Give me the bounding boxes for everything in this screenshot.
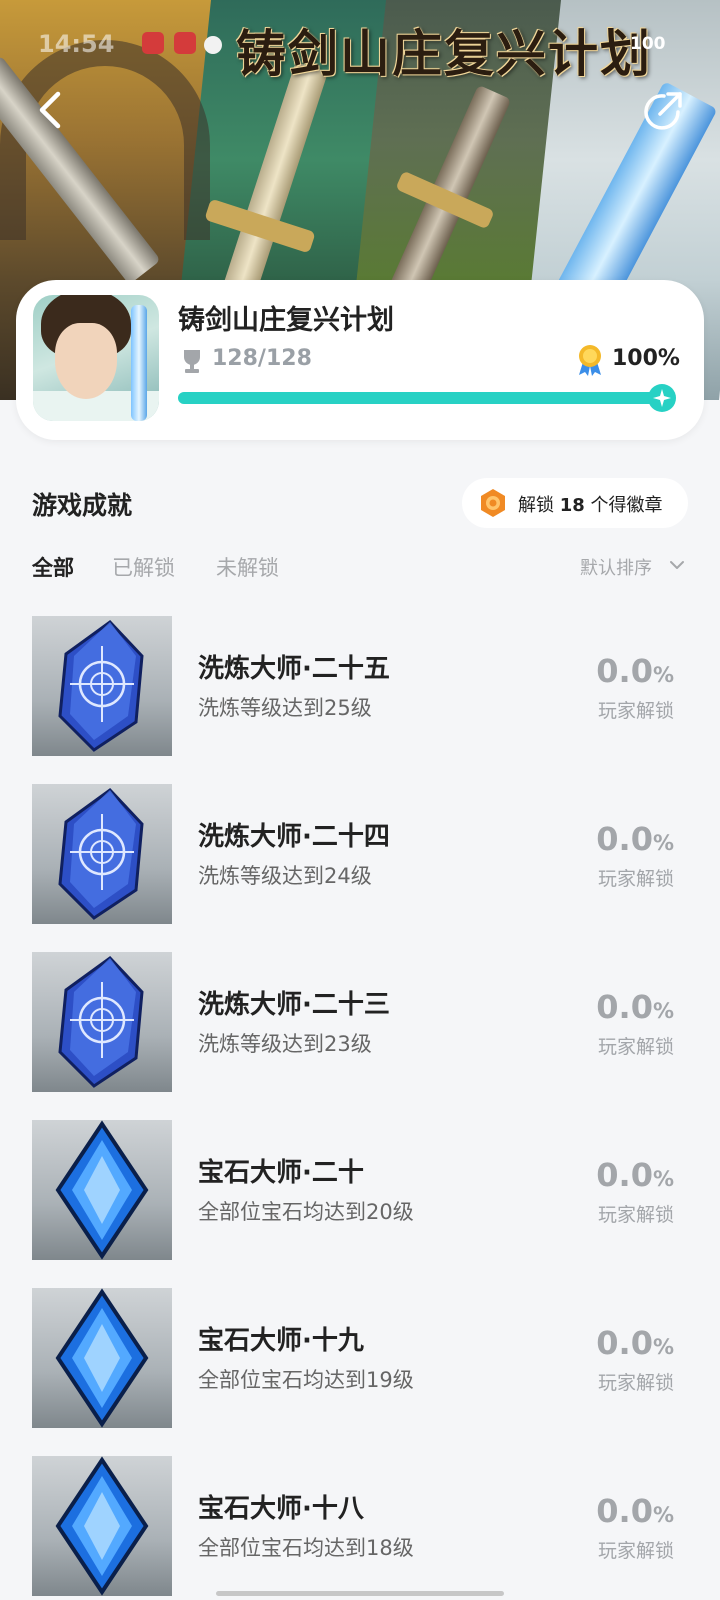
unlock-rate-label: 玩家解锁 [597,1204,674,1226]
badge-reward-pill[interactable]: 解锁 18 个得徽章 [462,478,688,528]
achievement-list: 洗炼大师·二十五 洗炼等级达到25级 0.0% 玩家解锁 洗炼大师·二十四 洗炼… [0,616,720,1600]
achievement-item[interactable]: 宝石大师·十九 全部位宝石均达到19级 0.0% 玩家解锁 [0,1288,720,1456]
tab-unlocked[interactable]: 已解锁 [112,552,175,582]
achievement-description: 洗炼等级达到24级 [198,864,372,888]
achievement-name: 洗炼大师·二十三 [198,990,390,1020]
progress-star-icon [648,384,676,412]
game-summary-card: 铸剑山庄复兴计划 128/128 100% [16,280,704,440]
unlock-rate-label: 玩家解锁 [597,700,674,722]
blue-gem-icon [55,1288,149,1428]
blue-gem-icon [55,1456,149,1596]
achievement-description: 全部位宝石均达到19级 [198,1368,414,1392]
status-time: 14:54 [38,30,115,58]
achievement-name: 宝石大师·二十 [198,1158,364,1188]
battery-level: 100 [630,34,666,54]
achievement-name: 洗炼大师·二十五 [198,654,390,684]
sort-dropdown[interactable]: 默认排序 [580,554,652,580]
achievement-description: 洗炼等级达到23级 [198,1032,372,1056]
achievement-description: 全部位宝石均达到18级 [198,1536,414,1560]
blue-gem-icon [55,1120,149,1260]
achievement-item[interactable]: 宝石大师·十八 全部位宝石均达到18级 0.0% 玩家解锁 [0,1456,720,1600]
achievement-thumbnail [32,784,172,924]
tab-all[interactable]: 全部 [32,552,74,582]
unlock-rate-unit: % [652,1167,674,1191]
achievement-name: 宝石大师·十八 [198,1494,364,1524]
progress-fill [178,392,658,404]
achievement-thumbnail [32,616,172,756]
share-button[interactable] [640,88,686,134]
unlock-rate: 0.0% [596,820,674,858]
unlock-rate: 0.0% [596,1324,674,1362]
medal-icon [579,345,601,376]
unlock-rate-value: 0.0 [596,1324,653,1362]
rune-crystal-icon [58,956,144,1088]
badge-prefix: 解锁 [518,495,554,516]
completion-percent: 100% [612,346,680,371]
notification-icon [204,36,222,54]
unlock-rate-unit: % [652,831,674,855]
unlock-rate-value: 0.0 [596,988,653,1026]
chevron-down-icon[interactable] [668,556,686,574]
achievement-thumbnail [32,952,172,1092]
badge-suffix: 个得徽章 [590,495,663,516]
achievement-thumbnail [32,1120,172,1260]
achievement-description: 全部位宝石均达到20级 [198,1200,414,1224]
trophy-count: 128/128 [212,346,312,371]
achievement-item[interactable]: 宝石大师·二十 全部位宝石均达到20级 0.0% 玩家解锁 [0,1120,720,1288]
unlock-rate-value: 0.0 [596,1156,653,1194]
rune-crystal-icon [58,788,144,920]
unlock-rate-value: 0.0 [596,820,653,858]
unlock-rate-value: 0.0 [596,652,653,690]
tab-locked[interactable]: 未解锁 [216,552,279,582]
unlock-rate-value: 0.0 [596,1492,653,1530]
achievement-name: 宝石大师·十九 [198,1326,364,1356]
unlock-rate-unit: % [652,1335,674,1359]
unlock-rate-label: 玩家解锁 [597,868,674,890]
unlock-rate-unit: % [652,999,674,1023]
achievement-item[interactable]: 洗炼大师·二十四 洗炼等级达到24级 0.0% 玩家解锁 [0,784,720,952]
achievement-name: 洗炼大师·二十四 [198,822,390,852]
badge-icon [481,489,505,517]
back-arrow-icon [39,91,61,129]
unlock-rate: 0.0% [596,652,674,690]
game-title: 铸剑山庄复兴计划 [178,305,394,336]
achievement-description: 洗炼等级达到25级 [198,696,372,720]
completion-progress-bar [178,392,658,404]
section-title: 游戏成就 [32,491,133,520]
badge-count: 18 [559,495,585,516]
back-button[interactable] [30,88,74,132]
achievement-item[interactable]: 洗炼大师·二十五 洗炼等级达到25级 0.0% 玩家解锁 [0,616,720,784]
game-avatar [33,295,159,421]
notification-icon [174,32,196,54]
unlock-rate-unit: % [652,663,674,687]
unlock-rate: 0.0% [596,1156,674,1194]
rune-crystal-icon [58,620,144,752]
unlock-rate: 0.0% [596,1492,674,1530]
unlock-rate-label: 玩家解锁 [597,1036,674,1058]
badge-reward-text: 解锁 18 个得徽章 [518,491,663,517]
achievement-item[interactable]: 洗炼大师·二十三 洗炼等级达到23级 0.0% 玩家解锁 [0,952,720,1120]
achievement-thumbnail [32,1288,172,1428]
unlock-rate-unit: % [652,1503,674,1527]
trophy-icon [184,350,200,373]
banner-title: 铸剑山庄复兴计划 [236,24,652,83]
unlock-rate: 0.0% [596,988,674,1026]
unlock-rate-label: 玩家解锁 [597,1540,674,1562]
home-indicator[interactable] [216,1591,504,1596]
unlock-rate-label: 玩家解锁 [597,1372,674,1394]
share-icon [644,92,682,130]
notification-icon [142,32,164,54]
achievement-thumbnail [32,1456,172,1596]
